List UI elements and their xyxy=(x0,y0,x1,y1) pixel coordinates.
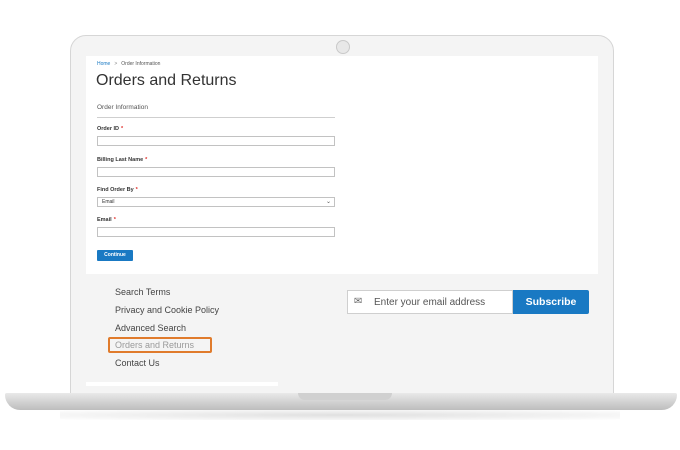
breadcrumb: Home > Order Information xyxy=(97,61,160,67)
newsletter-placeholder: Enter your email address xyxy=(374,297,486,308)
footer-divider xyxy=(86,382,278,386)
order-id-label: Order ID * xyxy=(97,126,124,132)
form-section-title: Order Information xyxy=(97,104,335,118)
newsletter-email-input[interactable]: ✉ Enter your email address xyxy=(347,290,513,314)
webcam-icon xyxy=(336,40,350,54)
required-mark: * xyxy=(145,157,148,163)
laptop-shadow xyxy=(60,410,620,420)
footer-link-privacy[interactable]: Privacy and Cookie Policy xyxy=(115,305,219,315)
required-mark: * xyxy=(113,217,116,223)
email-input[interactable] xyxy=(97,227,335,237)
laptop-notch xyxy=(298,393,392,400)
required-mark: * xyxy=(135,187,138,193)
laptop-base xyxy=(5,393,677,410)
continue-button[interactable]: Continue xyxy=(97,250,133,261)
envelope-icon: ✉ xyxy=(354,296,363,307)
page-title: Orders and Returns xyxy=(96,72,237,89)
required-mark: * xyxy=(121,126,124,132)
footer-link-advanced-search[interactable]: Advanced Search xyxy=(115,323,186,333)
order-id-input[interactable] xyxy=(97,136,335,146)
last-name-input[interactable] xyxy=(97,167,335,177)
newsletter-form: ✉ Enter your email address Subscribe xyxy=(347,290,589,314)
find-by-label: Find Order By * xyxy=(97,187,138,193)
breadcrumb-home-link[interactable]: Home xyxy=(97,61,110,67)
subscribe-button[interactable]: Subscribe xyxy=(513,290,589,314)
email-label: Email * xyxy=(97,217,116,223)
chevron-down-icon: ⌄ xyxy=(325,199,331,205)
breadcrumb-separator: > xyxy=(114,61,118,67)
footer-link-contact[interactable]: Contact Us xyxy=(115,358,160,368)
find-by-value: Email xyxy=(102,199,115,205)
find-by-select[interactable]: Email ⌄ xyxy=(97,197,335,207)
highlight-box xyxy=(108,337,212,353)
screen: Home > Order Information Orders and Return… xyxy=(86,56,598,390)
breadcrumb-current: Order Information xyxy=(121,61,161,67)
last-name-label: Billing Last Name * xyxy=(97,157,148,163)
footer: Search Terms Privacy and Cookie Policy A… xyxy=(86,274,598,390)
footer-link-search-terms[interactable]: Search Terms xyxy=(115,287,170,297)
